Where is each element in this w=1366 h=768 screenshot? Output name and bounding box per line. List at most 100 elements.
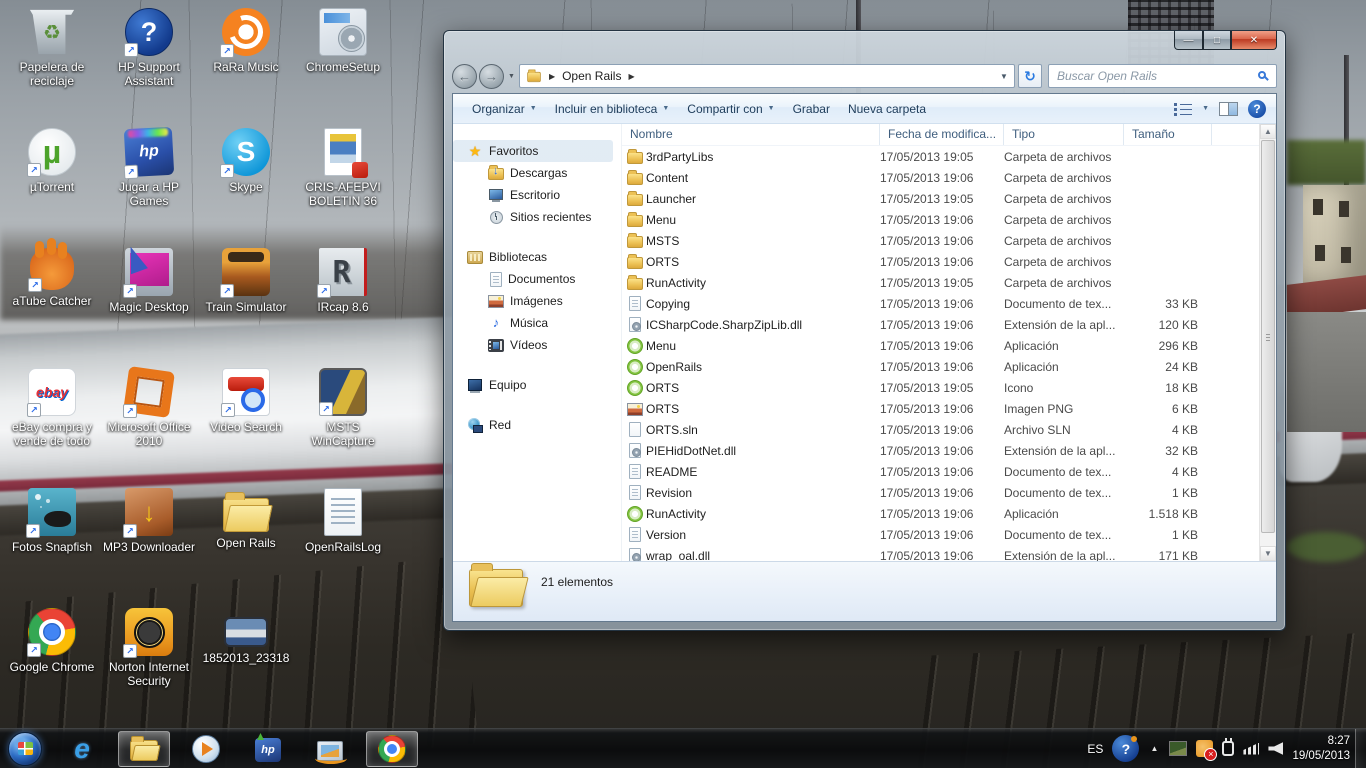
file-row-openrails[interactable]: OpenRails17/05/2013 19:06Aplicación24 KB: [622, 356, 1276, 377]
forward-button[interactable]: →: [479, 64, 504, 89]
file-row-orts[interactable]: ORTS17/05/2013 19:05Icono18 KB: [622, 377, 1276, 398]
file-row-menu[interactable]: Menu17/05/2013 19:06Carpeta de archivos: [622, 209, 1276, 230]
sidebar-item-equipo[interactable]: Equipo: [453, 374, 621, 396]
power-plug-icon[interactable]: [1222, 741, 1234, 756]
start-button[interactable]: [8, 732, 42, 766]
file-row-wrap-oal-dll[interactable]: wrap_oal.dll17/05/2013 19:06Extensión de…: [622, 545, 1276, 561]
sidebar-item-m-sica[interactable]: Música: [453, 312, 621, 334]
file-row-revision[interactable]: Revision17/05/2013 19:06Documento de tex…: [622, 482, 1276, 503]
file-row-orts-sln[interactable]: ORTS.sln17/05/2013 19:06Archivo SLN4 KB: [622, 419, 1276, 440]
scrollbar-thumb[interactable]: [1261, 140, 1275, 533]
desktop-icon-skype[interactable]: Skype: [198, 128, 294, 194]
sidebar-item-v-deos[interactable]: Vídeos: [453, 334, 621, 356]
desktop-icon-video-search[interactable]: Video Search: [198, 368, 294, 434]
desktop-icon-open-rails[interactable]: Open Rails: [198, 488, 294, 550]
taskbar-chrome-button[interactable]: [366, 731, 418, 767]
desktop-icon-fotos-snapfish[interactable]: Fotos Snapfish: [4, 488, 100, 554]
taskbar-ie-button[interactable]: [56, 731, 108, 767]
recent-pages-icon[interactable]: ▼: [508, 73, 515, 80]
desktop-icon-microsoft-office-2010[interactable]: Microsoft Office 2010: [101, 368, 197, 448]
close-button[interactable]: ✕: [1231, 31, 1277, 50]
toolbar-nueva-carpeta-button[interactable]: Nueva carpeta: [839, 98, 935, 120]
column-header-fecha-de-modifica[interactable]: Fecha de modifica...: [880, 124, 1004, 145]
file-row-3rdpartylibs[interactable]: 3rdPartyLibs17/05/2013 19:05Carpeta de a…: [622, 146, 1276, 167]
preview-pane-icon[interactable]: [1219, 102, 1238, 116]
desktop-icon-mp3-downloader[interactable]: MP3 Downloader: [101, 488, 197, 554]
desktop-icon-papelera-de-reciclaje[interactable]: Papelera de reciclaje: [4, 8, 100, 88]
file-row-icsharpcode-sharpziplib-dll[interactable]: ICSharpCode.SharpZipLib.dll17/05/2013 19…: [622, 314, 1276, 335]
file-row-piehiddotnet-dll[interactable]: PIEHidDotNet.dll17/05/2013 19:06Extensió…: [622, 440, 1276, 461]
sidebar-item-red[interactable]: Red: [453, 414, 621, 436]
clock[interactable]: 8:27 19/05/2013: [1292, 734, 1350, 763]
desktop-icon-google-chrome[interactable]: Google Chrome: [4, 608, 100, 674]
desktop-icon-1852013-23318[interactable]: 1852013_23318: [198, 608, 294, 665]
sidebar-item-documentos[interactable]: Documentos: [453, 268, 621, 290]
file-row-runactivity[interactable]: RunActivity17/05/2013 19:06Aplicación1.5…: [622, 503, 1276, 524]
desktop-icon-hp-support-assistant[interactable]: HP Support Assistant: [101, 8, 197, 88]
sidebar-item-escritorio[interactable]: Escritorio: [453, 184, 621, 206]
show-desktop-button[interactable]: [1355, 729, 1366, 768]
vertical-scrollbar[interactable]: ▲ ▼: [1259, 124, 1276, 561]
desktop-icon-msts-wincapture[interactable]: MSTS WinCapture: [295, 368, 391, 448]
desktop-icon-train-simulator[interactable]: Train Simulator: [198, 248, 294, 314]
hidden-icons-arrow-icon[interactable]: [1148, 744, 1160, 753]
desktop-icon-jugar-a-hp-games[interactable]: Jugar a HP Games: [101, 128, 197, 208]
refresh-button[interactable]: ↻: [1018, 64, 1042, 88]
sidebar-item-favoritos[interactable]: Favoritos: [453, 140, 613, 162]
scroll-down-icon[interactable]: ▼: [1260, 546, 1276, 561]
desktop-icon-openrailslog[interactable]: OpenRailsLog: [295, 488, 391, 554]
file-row-readme[interactable]: README17/05/2013 19:06Documento de tex..…: [622, 461, 1276, 482]
column-header-nombre[interactable]: Nombre: [622, 124, 880, 145]
photo-thumbnail-icon[interactable]: [1169, 741, 1187, 756]
address-bar[interactable]: ▶ Open Rails ▶ ▼: [519, 64, 1015, 88]
column-header-tama-o[interactable]: Tamaño: [1124, 124, 1212, 145]
file-row-version[interactable]: Version17/05/2013 19:06Documento de tex.…: [622, 524, 1276, 545]
file-row-msts[interactable]: MSTS17/05/2013 19:06Carpeta de archivos: [622, 230, 1276, 251]
desktop-icon-magic-desktop[interactable]: Magic Desktop: [101, 248, 197, 314]
address-dropdown-icon[interactable]: ▼: [1000, 72, 1008, 81]
file-row-launcher[interactable]: Launcher17/05/2013 19:05Carpeta de archi…: [622, 188, 1276, 209]
toolbar-incluir-en-biblioteca-button[interactable]: Incluir en biblioteca▼: [546, 98, 679, 120]
sidebar-item-bibliotecas[interactable]: Bibliotecas: [453, 246, 621, 268]
network-error-icon[interactable]: [1196, 740, 1213, 757]
desktop-icon-ebay-compra-y-vende-de-todo[interactable]: eBay compra y vende de todo: [4, 368, 100, 448]
sidebar-item-im-genes[interactable]: Imágenes: [453, 290, 621, 312]
sidebar-item-descargas[interactable]: Descargas: [453, 162, 621, 184]
volume-icon[interactable]: [1268, 742, 1283, 755]
toolbar-grabar-button[interactable]: Grabar: [784, 98, 839, 120]
breadcrumb-arrow-icon[interactable]: ▶: [628, 72, 634, 81]
scroll-up-icon[interactable]: ▲: [1260, 124, 1276, 139]
maximize-button[interactable]: □: [1203, 31, 1231, 50]
desktop-icon-atube-catcher[interactable]: aTube Catcher: [4, 248, 100, 308]
language-indicator[interactable]: ES: [1087, 742, 1103, 756]
desktop-icon-cris-afepvi-boletin-36[interactable]: CRIS-AFEPVI BOLETIN 36: [295, 128, 391, 208]
taskbar-explorer-button[interactable]: [118, 731, 170, 767]
signal-strength-icon[interactable]: [1243, 743, 1259, 755]
file-row-content[interactable]: Content17/05/2013 19:06Carpeta de archiv…: [622, 167, 1276, 188]
help-icon[interactable]: ?: [1248, 100, 1266, 118]
hp-support-icon[interactable]: [1112, 735, 1139, 762]
file-row-orts[interactable]: ORTS17/05/2013 19:06Imagen PNG6 KB: [622, 398, 1276, 419]
sidebar-item-sitios-recientes[interactable]: Sitios recientes: [453, 206, 621, 228]
taskbar-photo-viewer-button[interactable]: [304, 731, 356, 767]
search-box[interactable]: Buscar Open Rails: [1048, 64, 1277, 88]
breadcrumb-location[interactable]: Open Rails: [562, 69, 621, 83]
file-row-menu[interactable]: Menu17/05/2013 19:06Aplicación296 KB: [622, 335, 1276, 356]
back-button[interactable]: ←: [452, 64, 477, 89]
desktop-icon-rara-music[interactable]: RaRa Music: [198, 8, 294, 74]
change-view-icon[interactable]: [1174, 102, 1192, 115]
column-header-tipo[interactable]: Tipo: [1004, 124, 1124, 145]
taskbar-hp-games-button[interactable]: [242, 731, 294, 767]
file-row-copying[interactable]: Copying17/05/2013 19:06Documento de tex.…: [622, 293, 1276, 314]
toolbar-compartir-con-button[interactable]: Compartir con▼: [678, 98, 783, 120]
view-dropdown-icon[interactable]: ▼: [1202, 105, 1209, 112]
desktop-icon-norton-internet-security[interactable]: Norton Internet Security: [101, 608, 197, 688]
file-row-orts[interactable]: ORTS17/05/2013 19:06Carpeta de archivos: [622, 251, 1276, 272]
desktop-icon-torrent[interactable]: µTorrent: [4, 128, 100, 194]
toolbar-organizar-button[interactable]: Organizar▼: [463, 98, 546, 120]
taskbar-media-player-button[interactable]: [180, 731, 232, 767]
minimize-button[interactable]: —: [1174, 31, 1203, 50]
file-row-runactivity[interactable]: RunActivity17/05/2013 19:05Carpeta de ar…: [622, 272, 1276, 293]
desktop-icon-ircap-8-6[interactable]: IRcap 8.6: [295, 248, 391, 314]
desktop-icon-chromesetup[interactable]: ChromeSetup: [295, 8, 391, 74]
